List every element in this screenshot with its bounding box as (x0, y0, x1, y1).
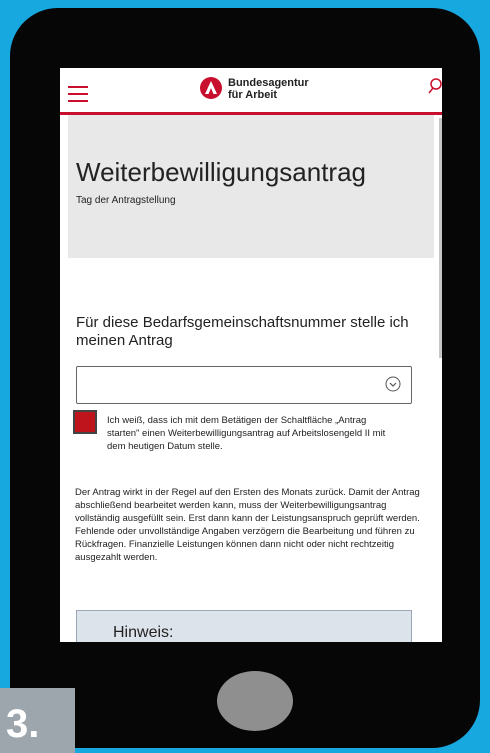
info-paragraph: Der Antrag wirkt in der Regel auf den Er… (75, 487, 420, 563)
logo-icon (200, 77, 222, 99)
consent-checkbox[interactable] (73, 410, 97, 434)
hero-banner: Weiterbewilligungsantrag Tag der Antrags… (68, 115, 434, 258)
phone-screen: Bundesagentur für Arbeit Weiterbewilligu… (60, 68, 442, 642)
logo-line-1: Bundesagentur (228, 77, 309, 89)
page-title: Weiterbewilligungsantrag (76, 157, 367, 187)
search-icon[interactable] (428, 78, 442, 94)
scrollbar[interactable] (439, 118, 442, 358)
home-button[interactable] (217, 671, 293, 731)
consent-label: Ich weiß, dass ich mit dem Betätigen der… (107, 415, 386, 452)
community-number-select[interactable] (76, 366, 412, 404)
logo-line-2: für Arbeit (228, 89, 278, 101)
hamburger-menu-icon[interactable] (68, 86, 88, 102)
step-badge: 3. (0, 688, 75, 753)
logo-text: Bundesagentur für Arbeit (228, 77, 309, 101)
notice-title: Hinweis: (113, 624, 174, 641)
step-number: 3. (6, 702, 40, 746)
page-subtitle: Tag der Antragstellung (76, 195, 176, 206)
phone-frame: Bundesagentur für Arbeit Weiterbewilligu… (10, 8, 480, 748)
form-question: Für diese Bedarfsgemeinschaftsnummer ste… (76, 314, 409, 349)
site-header: Bundesagentur für Arbeit (60, 68, 442, 115)
notice-box: Hinweis: (76, 610, 412, 642)
chevron-down-icon[interactable] (385, 376, 401, 392)
